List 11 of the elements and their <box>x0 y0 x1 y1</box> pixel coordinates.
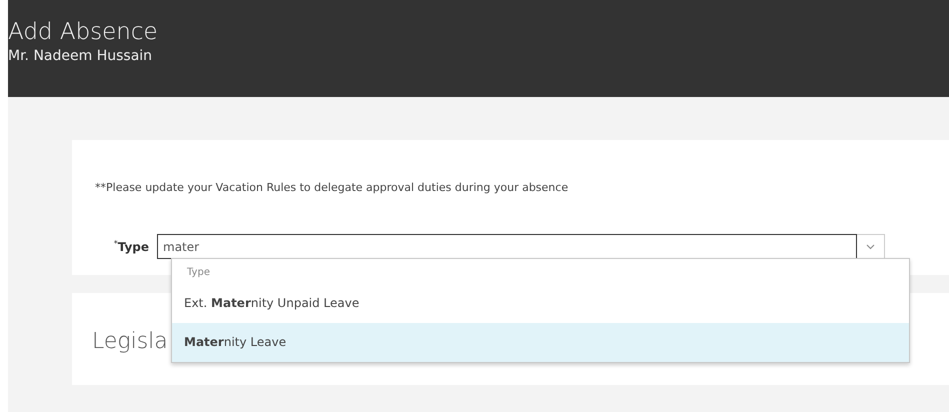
page-title: Add Absence <box>8 18 159 46</box>
type-label: $^{*}$Type <box>112 239 149 254</box>
type-field[interactable]: mater <box>157 234 857 259</box>
section-title: Legisla <box>92 329 168 354</box>
dropdown-button[interactable] <box>857 234 885 259</box>
dropdown-heading: Type <box>186 266 211 280</box>
dropdown-option[interactable]: Maternity Leave <box>172 323 909 362</box>
notice-text: **Please update your Vacation Rules to delegate approval duties during your absence <box>95 181 570 194</box>
chevron-down-icon <box>866 244 875 250</box>
dropdown-option[interactable]: Ext. Maternity Unpaid Leave <box>172 284 909 323</box>
employee-name: Mr. Nadeem Hussain <box>8 48 154 64</box>
